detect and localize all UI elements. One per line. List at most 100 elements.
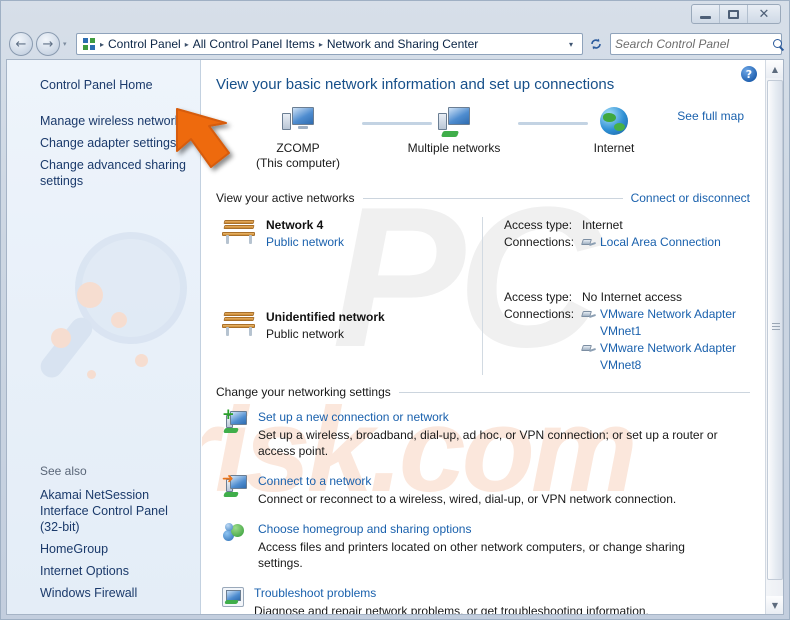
scroll-down-button[interactable]: ▼ xyxy=(766,596,783,614)
action-troubleshoot-problems[interactable]: Troubleshoot problems Diagnose and repai… xyxy=(216,585,750,614)
see-also-item-label: Internet Options xyxy=(40,564,129,578)
window-controls: ✕ xyxy=(691,4,781,24)
sidebar-item-control-panel-home[interactable]: Control Panel Home xyxy=(7,74,200,96)
action-title[interactable]: Connect to a network xyxy=(258,473,750,489)
see-full-map-link[interactable]: See full map xyxy=(677,109,744,123)
action-choose-homegroup[interactable]: Choose homegroup and sharing options Acc… xyxy=(216,521,750,571)
main-scroll-region: View your basic network information and … xyxy=(202,60,764,614)
see-also-item-label: Windows Firewall xyxy=(40,586,138,600)
maximize-button[interactable] xyxy=(720,5,748,23)
sidebar: Control Panel Home Manage wireless netwo… xyxy=(7,60,201,614)
address-dropdown-icon[interactable]: ▾ xyxy=(562,40,580,49)
close-button[interactable]: ✕ xyxy=(748,5,780,23)
see-also-item-internet-options[interactable]: Internet Options xyxy=(7,560,200,582)
magnifier-watermark xyxy=(36,232,197,392)
map-node-multiple-networks[interactable]: Multiple networks xyxy=(384,107,524,156)
refresh-button[interactable] xyxy=(585,33,607,55)
see-also-section: See also Akamai NetSession Interface Con… xyxy=(7,464,200,604)
action-title[interactable]: Set up a new connection or network xyxy=(258,409,750,425)
action-description: Access files and printers located on oth… xyxy=(258,540,685,570)
title-bar: ✕ xyxy=(1,1,789,29)
scrollbar-thumb[interactable] xyxy=(767,80,783,580)
public-network-bench-icon xyxy=(222,309,256,337)
control-panel-window: ✕ ← → ▾ ▸ Control Panel ▸ All Control Pa… xyxy=(0,0,790,620)
forward-button[interactable]: → xyxy=(36,32,60,56)
network-adapter-icon xyxy=(581,237,597,249)
networking-settings-heading: Change your networking settings xyxy=(216,385,750,399)
network-type-link[interactable]: Public network xyxy=(266,234,344,251)
access-type-value: No Internet access xyxy=(582,290,683,304)
map-node-name: Multiple networks xyxy=(407,141,501,155)
map-node-this-computer[interactable]: ZCOMP (This computer) xyxy=(228,107,368,171)
action-connect-to-network[interactable]: ➜ Connect to a network Connect or reconn… xyxy=(216,472,750,507)
search-input[interactable] xyxy=(615,37,772,51)
refresh-icon xyxy=(591,38,601,50)
breadcrumb-all-items[interactable]: All Control Panel Items xyxy=(190,37,318,51)
sidebar-item-change-adapter-settings[interactable]: Change adapter settings xyxy=(7,132,200,154)
see-also-item-akamai[interactable]: Akamai NetSession Interface Control Pane… xyxy=(7,484,200,538)
see-also-item-windows-firewall[interactable]: Windows Firewall xyxy=(7,582,200,604)
network-identity[interactable]: Unidentified network Public network xyxy=(222,287,480,375)
map-node-name: ZCOMP xyxy=(276,141,320,155)
search-box[interactable] xyxy=(610,33,782,55)
action-description: Set up a wireless, broadband, dial-up, a… xyxy=(258,428,718,458)
see-also-item-homegroup[interactable]: HomeGroup xyxy=(7,538,200,560)
page-title: View your basic network information and … xyxy=(216,76,615,93)
network-adapter-icon xyxy=(581,309,597,321)
help-icon[interactable]: ? xyxy=(741,66,757,82)
connection-item[interactable]: VMware Network Adapter VMnet1 xyxy=(581,306,750,340)
network-adapter-icon xyxy=(581,343,597,355)
scroll-up-button[interactable]: ▲ xyxy=(766,60,783,78)
network-identity[interactable]: Network 4 Public network xyxy=(222,215,480,287)
control-panel-icon xyxy=(81,36,97,52)
connection-link[interactable]: VMware Network Adapter VMnet1 xyxy=(600,306,750,340)
network-row: Network 4 Public network Access type: In… xyxy=(222,215,750,287)
connection-link[interactable]: VMware Network Adapter VMnet8 xyxy=(600,340,750,374)
map-node-name: Internet xyxy=(593,141,635,155)
back-button[interactable]: ← xyxy=(9,32,33,56)
connection-link[interactable]: Local Area Connection xyxy=(600,234,721,251)
sidebar-item-change-advanced-sharing-settings[interactable]: Change advanced sharing settings xyxy=(7,154,200,192)
connection-item[interactable]: VMware Network Adapter VMnet8 xyxy=(581,340,750,374)
back-arrow-icon: ← xyxy=(15,36,27,52)
action-title[interactable]: Choose homegroup and sharing options xyxy=(258,521,750,537)
connect-network-icon: ➜ xyxy=(222,472,248,499)
scrollbar-grip xyxy=(772,323,780,331)
network-map: See full map ZCOMP (This computer) Multi… xyxy=(216,105,750,187)
sidebar-item-manage-wireless-networks[interactable]: Manage wireless networks xyxy=(7,110,200,132)
access-type-label: Access type: xyxy=(504,218,573,232)
divider xyxy=(362,197,623,199)
main-pane: PC risk.com ? View your basic network in… xyxy=(202,60,783,614)
access-type-label: Access type: xyxy=(504,290,573,304)
see-also-item-label: HomeGroup xyxy=(40,542,109,556)
network-icon xyxy=(438,107,470,137)
map-node-sub: (This computer) xyxy=(255,156,341,170)
recent-pages-button[interactable]: ▾ xyxy=(63,40,72,48)
close-icon: ✕ xyxy=(758,6,770,22)
action-set-up-new-connection[interactable]: + Set up a new connection or network Set… xyxy=(216,407,750,459)
section-title: View your active networks xyxy=(216,191,355,205)
network-details: Access type: Internet Connections: Local… xyxy=(480,215,721,287)
vertical-scrollbar[interactable]: ▲ ▼ xyxy=(765,60,783,614)
minimize-icon xyxy=(700,15,711,19)
active-networks-list: Network 4 Public network Access type: In… xyxy=(216,215,750,375)
minimize-button[interactable] xyxy=(692,5,720,23)
section-title: Change your networking settings xyxy=(216,385,391,399)
content-area: Control Panel Home Manage wireless netwo… xyxy=(6,59,784,615)
address-bar[interactable]: ▸ Control Panel ▸ All Control Panel Item… xyxy=(76,33,583,55)
globe-icon xyxy=(600,107,628,135)
map-node-internet[interactable]: Internet xyxy=(544,107,684,156)
troubleshoot-icon xyxy=(222,587,244,607)
active-networks-heading: View your active networks Connect or dis… xyxy=(216,191,750,205)
homegroup-icon xyxy=(222,521,248,547)
connections-row: Connections: Local Area Connection xyxy=(504,234,721,251)
sidebar-item-label: Change advanced sharing settings xyxy=(40,158,186,188)
connections-row: Connections: VMware Network Adapter VMne… xyxy=(504,306,750,374)
breadcrumb-current[interactable]: Network and Sharing Center xyxy=(324,37,481,51)
connect-or-disconnect-link[interactable]: Connect or disconnect xyxy=(631,191,750,205)
connection-item[interactable]: Local Area Connection xyxy=(581,234,721,251)
network-name: Network 4 xyxy=(266,218,324,232)
action-title[interactable]: Troubleshoot problems xyxy=(254,585,750,601)
network-type-label: Public network xyxy=(266,327,345,341)
breadcrumb-control-panel[interactable]: Control Panel xyxy=(105,37,184,51)
